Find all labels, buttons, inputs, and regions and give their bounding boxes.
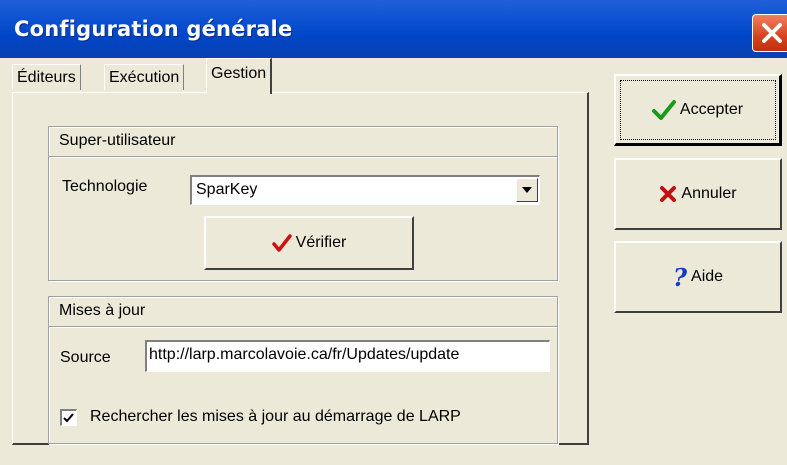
tab-execution[interactable]: Exécution xyxy=(104,64,185,90)
checkmark-icon xyxy=(63,413,74,423)
title-bar: Configuration générale xyxy=(0,0,787,58)
source-label: Source xyxy=(60,349,111,366)
verify-label: Vérifier xyxy=(295,234,347,251)
red-x-icon xyxy=(659,185,677,203)
technology-value: SparKey xyxy=(196,181,258,198)
close-button[interactable] xyxy=(752,14,787,52)
technology-label: Technologie xyxy=(62,178,148,195)
green-check-icon xyxy=(651,99,676,121)
window-title: Configuration générale xyxy=(14,17,293,41)
cancel-label: Annuler xyxy=(681,185,737,202)
check-on-start-label[interactable]: Rechercher les mises à jour au démarrage… xyxy=(90,408,461,426)
help-button[interactable]: ? Aide xyxy=(614,241,782,313)
super-user-heading: Super-utilisateur xyxy=(49,127,557,157)
chevron-down-icon[interactable] xyxy=(516,178,538,202)
updates-heading: Mises à jour xyxy=(49,297,557,327)
source-field[interactable]: http://larp.marcolavoie.ca/fr/Updates/up… xyxy=(145,340,550,372)
check-on-start-checkbox[interactable] xyxy=(60,409,77,426)
question-mark-icon: ? xyxy=(672,262,688,292)
cancel-button[interactable]: Annuler xyxy=(614,158,782,230)
tab-gestion[interactable]: Gestion xyxy=(206,58,273,94)
red-check-icon xyxy=(271,233,292,253)
technology-select[interactable]: SparKey xyxy=(190,175,540,205)
help-label: Aide xyxy=(691,268,724,285)
accept-button[interactable]: Accepter xyxy=(614,74,782,146)
accept-label: Accepter xyxy=(679,100,744,118)
verify-button[interactable]: Vérifier xyxy=(204,216,414,270)
tab-editeurs[interactable]: Éditeurs xyxy=(12,64,81,90)
